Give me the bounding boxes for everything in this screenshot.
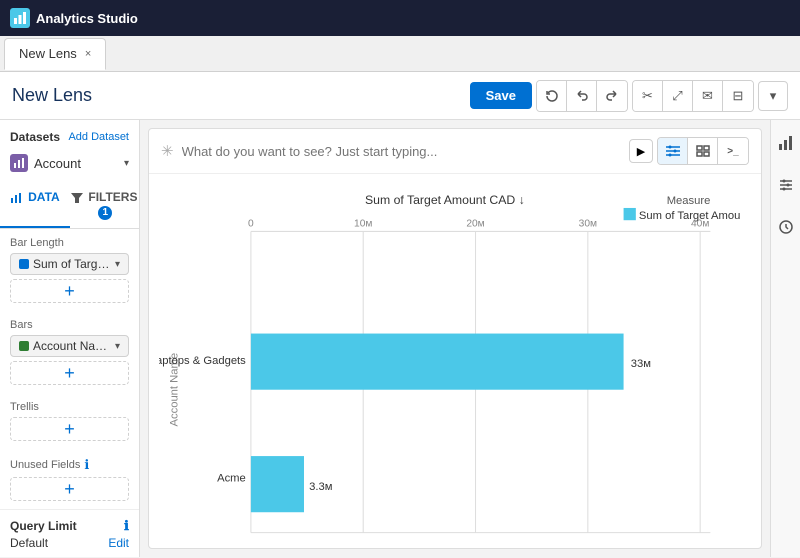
tab-new-lens[interactable]: New Lens ×	[4, 38, 106, 70]
edit-icon-group: ✂ ⤢ ✉ ⊟	[632, 80, 754, 112]
app-name: Analytics Studio	[36, 11, 138, 26]
add-dataset-link[interactable]: Add Dataset	[68, 131, 129, 143]
save-button[interactable]: Save	[470, 82, 532, 109]
sidebar-bottom: Query Limit ℹ Default Edit	[0, 509, 139, 558]
edit-link[interactable]: Edit	[108, 536, 129, 550]
bar-length-value: Sum of Target A	[33, 257, 111, 271]
svg-text:30м: 30м	[579, 218, 597, 229]
filter-panel-button[interactable]	[771, 170, 800, 200]
svg-text:Sum of Target Amount CAD: Sum of Target Amount CAD	[639, 210, 741, 222]
sidebar-tabs: DATA FILTERS 1	[0, 184, 139, 229]
default-row: Default Edit	[10, 536, 129, 550]
svg-text:33м: 33м	[631, 358, 651, 370]
bar-length-field[interactable]: Sum of Target A ▾	[10, 253, 129, 275]
tab-filters[interactable]: FILTERS 1	[70, 184, 140, 228]
bar-chart-svg: Sum of Target Amount CAD ↓ Measure Sum o…	[159, 184, 741, 549]
tab-data[interactable]: DATA	[0, 184, 70, 228]
main-layout: Datasets Add Dataset Account ▾	[0, 120, 800, 557]
code-view-button[interactable]: >_	[718, 138, 748, 164]
fullscreen-button[interactable]: ⤢	[663, 81, 693, 111]
search-input[interactable]	[182, 144, 621, 159]
refresh-button[interactable]	[537, 81, 567, 111]
chart-type-button[interactable]	[771, 128, 800, 158]
svg-text:40м: 40м	[691, 218, 709, 229]
print-button[interactable]: ⊟	[723, 81, 753, 111]
search-bar: ✳ ▶	[149, 129, 761, 174]
sparkle-icon: ✳	[161, 142, 174, 160]
filter-badge: 1	[98, 206, 112, 220]
chart-area: ✳ ▶	[148, 128, 762, 549]
cut-button[interactable]: ✂	[633, 81, 663, 111]
bars-color	[19, 341, 29, 351]
bars-value: Account Name	[33, 339, 111, 353]
bar-length-label: Bar Length	[10, 237, 129, 249]
trellis-section: Trellis +	[0, 393, 139, 449]
logo-icon	[10, 8, 30, 28]
datasets-label: Datasets	[10, 130, 60, 144]
query-limit-row: Query Limit ℹ	[10, 518, 129, 534]
action-icon-group	[536, 80, 628, 112]
tab-data-label: DATA	[28, 190, 60, 204]
add-bar-length-button[interactable]: +	[10, 279, 129, 303]
chart-content: Sum of Target Amount CAD ↓ Measure Sum o…	[149, 174, 761, 549]
view-toggle-group: >_	[657, 137, 749, 165]
undo-button[interactable]	[567, 81, 597, 111]
bar-length-section: Bar Length Sum of Target A ▾ +	[0, 229, 139, 311]
legend-color-box	[624, 208, 636, 220]
query-limit-label: Query Limit	[10, 519, 77, 533]
svg-text:10м: 10м	[354, 218, 372, 229]
svg-text:3.3м: 3.3м	[309, 481, 332, 493]
query-limit-info-icon: ℹ	[124, 518, 129, 534]
bars-section: Bars Account Name ▾ +	[0, 311, 139, 393]
redo-button[interactable]	[597, 81, 627, 111]
bars-dropdown-icon[interactable]: ▾	[115, 341, 120, 352]
app-logo: Analytics Studio	[10, 8, 138, 28]
svg-text:Maple Leaf Laptops & Gadgets: Maple Leaf Laptops & Gadgets	[159, 355, 246, 367]
unused-fields-label: Unused Fields	[10, 459, 80, 471]
tab-label: New Lens	[19, 46, 77, 61]
filter-view-button[interactable]	[658, 138, 688, 164]
close-icon[interactable]: ×	[85, 48, 91, 60]
email-button[interactable]: ✉	[693, 81, 723, 111]
add-trellis-button[interactable]: +	[10, 417, 129, 441]
page-title: New Lens	[12, 85, 92, 106]
bar-1[interactable]	[251, 334, 624, 390]
grid-view-button[interactable]	[688, 138, 718, 164]
default-label: Default	[10, 536, 48, 550]
bar-2[interactable]	[251, 456, 304, 512]
dataset-icon	[10, 154, 28, 172]
dataset-item[interactable]: Account ▾	[0, 150, 139, 176]
svg-text:Measure: Measure	[667, 195, 711, 207]
bars-label: Bars	[10, 319, 129, 331]
sidebar: Datasets Add Dataset Account ▾	[0, 120, 140, 557]
datasets-header: Datasets Add Dataset	[0, 130, 139, 144]
chart-title: Sum of Target Amount CAD ↓	[365, 193, 525, 207]
header-actions: Save ✂ ⤢	[470, 80, 788, 112]
history-button[interactable]	[771, 212, 800, 242]
more-button[interactable]: ▾	[758, 81, 788, 111]
header-row: New Lens Save	[0, 72, 800, 120]
add-unused-field-button[interactable]: +	[10, 477, 129, 501]
bars-field[interactable]: Account Name ▾	[10, 335, 129, 357]
top-bar: Analytics Studio	[0, 0, 800, 36]
unused-fields-section: Unused Fields ℹ +	[0, 449, 139, 509]
bar-length-color	[19, 259, 29, 269]
search-actions: ▶	[629, 137, 749, 165]
unused-fields-info-icon: ℹ	[84, 457, 89, 473]
expand-search-button[interactable]: ▶	[629, 139, 653, 163]
right-panel	[770, 120, 800, 557]
svg-text:Acme: Acme	[217, 473, 246, 485]
dataset-dropdown-icon[interactable]: ▾	[124, 158, 129, 169]
dataset-name: Account	[34, 156, 118, 171]
tab-filters-label: FILTERS	[88, 190, 137, 204]
bar-length-dropdown-icon[interactable]: ▾	[115, 259, 120, 270]
trellis-label: Trellis	[10, 401, 129, 413]
svg-text:20м: 20м	[466, 218, 484, 229]
add-bars-button[interactable]: +	[10, 361, 129, 385]
tab-bar: New Lens ×	[0, 36, 800, 72]
svg-text:0: 0	[248, 218, 254, 229]
